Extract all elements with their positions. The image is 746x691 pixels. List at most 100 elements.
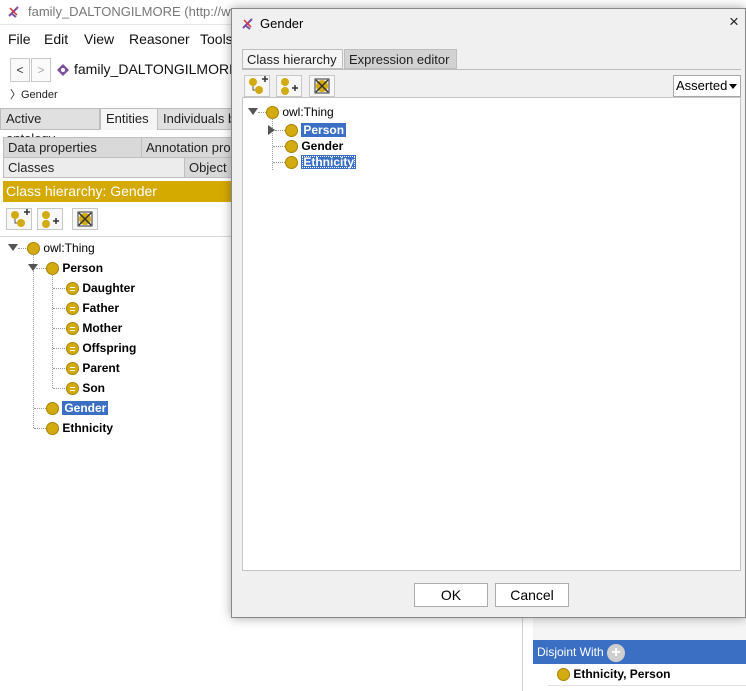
tree-item-ethnicity[interactable]: Ethnicity <box>46 418 113 438</box>
tree-label-son: Son <box>82 381 106 395</box>
collapsed-arrow-icon[interactable] <box>268 125 275 135</box>
disjoint-value: Ethnicity, Person <box>573 667 671 681</box>
add-sibling-icon <box>42 211 59 228</box>
dialog-tree-label-gender: Gender <box>301 139 344 153</box>
close-icon[interactable]: × <box>726 12 742 32</box>
tree-connector <box>273 146 285 147</box>
tree-connector <box>53 328 65 329</box>
menu-reasoner[interactable]: Reasoner <box>129 31 190 47</box>
tree-connector <box>53 348 65 349</box>
panel-divider <box>522 618 523 691</box>
add-subclass-icon <box>249 76 268 94</box>
defined-class-icon <box>66 322 79 336</box>
breadcrumb-label: Gender <box>21 89 58 101</box>
class-icon <box>46 422 59 436</box>
hierarchy-mode-select[interactable]: Asserted <box>673 75 741 97</box>
tree-label-father: Father <box>82 301 120 315</box>
tree-item-offspring[interactable]: Offspring <box>66 338 136 358</box>
tree-item-gender[interactable]: Gender <box>46 398 109 418</box>
tree-item-mother[interactable]: Mother <box>66 318 122 338</box>
delete-class-button[interactable] <box>309 75 335 97</box>
tree-label-owl-thing: owl:Thing <box>43 241 95 255</box>
tree-connector <box>34 408 46 409</box>
dialog-tree-panel: owl:Thing Person Gender Ethnicity <box>242 97 741 571</box>
tab-entities[interactable]: Entities <box>100 108 158 130</box>
subtab-classes[interactable]: Classes <box>3 157 185 178</box>
tree-connector <box>275 130 285 131</box>
protege-logo-icon <box>8 6 19 18</box>
class-icon <box>285 156 298 170</box>
protege-logo-icon <box>242 18 253 30</box>
breadcrumb[interactable]: 〉Gender <box>10 86 58 102</box>
tree-item-person[interactable]: Person <box>46 258 103 278</box>
menu-view[interactable]: View <box>84 31 114 47</box>
disjoint-with-header: Disjoint With + <box>533 640 746 664</box>
defined-class-icon <box>66 382 79 396</box>
tree-connector <box>53 288 65 289</box>
disjoint-with-label: Disjoint With <box>537 645 604 659</box>
menu-edit[interactable]: Edit <box>44 31 68 47</box>
ontology-icon <box>57 64 69 76</box>
main-window-title: family_DALTONGILMORE (http://www... <box>28 4 260 19</box>
gender-dialog: Gender × Class hierarchy Expression edit… <box>231 8 746 618</box>
forward-button[interactable]: > <box>31 58 51 82</box>
defined-class-icon <box>66 302 79 316</box>
hierarchy-mode-value: Asserted <box>676 78 728 93</box>
tree-connector <box>33 254 34 428</box>
tree-label-ethnicity: Ethnicity <box>62 421 114 435</box>
tab-divider <box>242 69 741 70</box>
tree-item-daughter[interactable]: Daughter <box>66 278 135 298</box>
subtab-annotation-properties[interactable]: Annotation pro <box>141 137 241 158</box>
tree-connector <box>36 268 46 269</box>
back-button[interactable]: < <box>10 58 30 82</box>
add-sibling-button[interactable] <box>37 208 63 230</box>
add-sibling-button[interactable] <box>276 75 302 97</box>
tree-connector <box>53 308 65 309</box>
expand-arrow-icon[interactable] <box>8 244 18 251</box>
add-subclass-button[interactable] <box>6 208 32 230</box>
tab-expression-editor[interactable]: Expression editor <box>344 49 457 69</box>
defined-class-icon <box>66 362 79 376</box>
divider <box>0 236 232 237</box>
menu-tools[interactable]: Tools <box>200 31 233 47</box>
tab-class-hierarchy[interactable]: Class hierarchy <box>242 49 343 69</box>
class-hierarchy-header: Class hierarchy: Gender <box>3 181 233 202</box>
divider <box>548 685 746 686</box>
tree-label-person: Person <box>62 261 104 275</box>
add-sibling-icon <box>281 78 298 95</box>
add-subclass-button[interactable] <box>244 75 270 97</box>
tree-connector <box>273 162 285 163</box>
tree-item-parent[interactable]: Parent <box>66 358 120 378</box>
tree-connector <box>34 428 46 429</box>
cancel-button[interactable]: Cancel <box>495 583 569 607</box>
chevron-down-icon <box>729 84 737 89</box>
tree-connector <box>53 368 65 369</box>
dialog-tree-label-owl-thing: owl:Thing <box>282 105 334 119</box>
dialog-tree-item-ethnicity[interactable]: Ethnicity <box>285 152 357 172</box>
expand-arrow-icon[interactable] <box>248 108 258 115</box>
add-subclass-icon <box>11 209 30 227</box>
menu-file[interactable]: File <box>8 31 31 47</box>
add-disjoint-icon[interactable]: + <box>607 643 626 662</box>
tree-connector <box>52 274 53 388</box>
delete-class-icon <box>314 78 330 94</box>
tab-active-ontology[interactable]: Active ontology <box>0 108 100 146</box>
ok-button[interactable]: OK <box>414 583 488 607</box>
panel-spacer <box>533 618 746 640</box>
defined-class-icon <box>66 282 79 296</box>
class-icon <box>46 402 59 416</box>
delete-class-icon <box>77 211 93 227</box>
dialog-tree-label-person: Person <box>301 123 347 137</box>
defined-class-icon <box>66 342 79 356</box>
class-icon <box>557 668 570 682</box>
tree-label-offspring: Offspring <box>82 341 137 355</box>
disjoint-value-row[interactable]: Ethnicity, Person <box>557 664 670 684</box>
dialog-tree-item-owl-thing[interactable]: owl:Thing <box>266 102 334 122</box>
delete-class-button[interactable] <box>72 208 98 230</box>
dialog-title: Gender <box>260 16 304 31</box>
tree-item-son[interactable]: Son <box>66 378 105 398</box>
tree-item-owl-thing[interactable]: owl:Thing <box>27 238 95 258</box>
ontology-name[interactable]: family_DALTONGILMORE <box>74 61 238 77</box>
subtab-data-properties[interactable]: Data properties <box>3 137 143 158</box>
tree-item-father[interactable]: Father <box>66 298 119 318</box>
